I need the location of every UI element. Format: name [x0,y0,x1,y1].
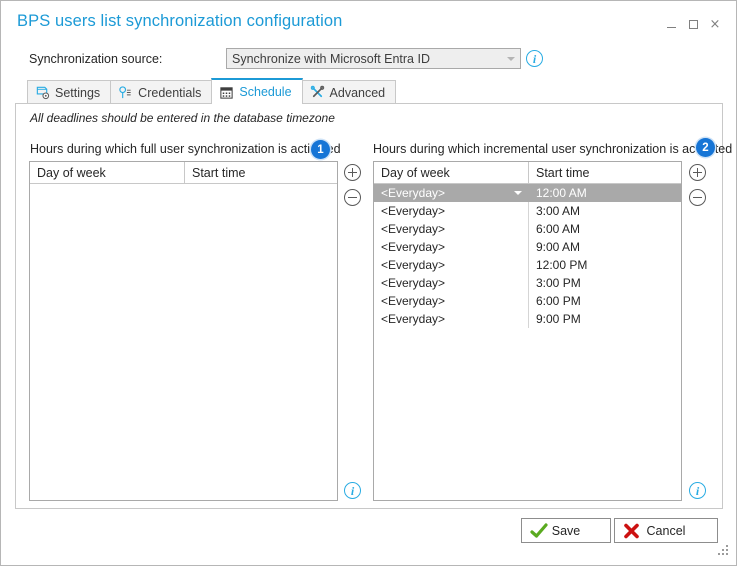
tab-settings[interactable]: Settings [27,80,112,104]
incremental-sync-day-cell[interactable]: <Everyday> [374,238,529,256]
synchronization-source-label: Synchronization source: [29,52,163,66]
full-sync-caption: Hours during which full user synchroniza… [30,142,341,156]
close-x-icon [623,523,640,539]
incremental-sync-time-cell[interactable]: 12:00 PM [529,256,681,274]
tab-schedule-label: Schedule [239,85,292,99]
key-icon [118,85,133,100]
full-sync-remove-button[interactable] [344,189,361,206]
incremental-sync-day-value: <Everyday> [381,186,446,200]
full-sync-add-button[interactable] [344,164,361,181]
incremental-sync-add-button[interactable] [689,164,706,181]
maximize-icon[interactable] [682,15,704,33]
chevron-down-icon[interactable] [514,191,522,195]
full-sync-col-day: Day of week [30,162,185,183]
tab-schedule[interactable]: Schedule [211,78,303,104]
incremental-sync-time-cell[interactable]: 6:00 AM [529,220,681,238]
timezone-note: All deadlines should be entered in the d… [30,111,335,125]
incremental-sync-day-cell[interactable]: <Everyday> [374,274,529,292]
save-button[interactable]: Save [521,518,611,543]
check-icon [530,522,548,539]
incremental-sync-day-cell[interactable]: <Everyday> [374,184,529,202]
incremental-sync-grid-body: <Everyday> 12:00 AM <Everyday> 3:00 AM <Ever… [374,184,681,328]
full-sync-col-time: Start time [192,165,246,180]
incremental-sync-grid[interactable]: Day of week Start time <Everyday> 12:00 A… [373,161,682,501]
incremental-sync-day-cell[interactable]: <Everyday> [374,256,529,274]
incremental-sync-time-cell[interactable]: 6:00 PM [529,292,681,310]
save-button-label: Save [551,523,581,538]
cancel-button-label: Cancel [646,523,686,538]
incremental-sync-day-cell[interactable]: <Everyday> [374,310,529,328]
minimize-icon[interactable] [660,15,682,33]
incremental-sync-day-value: <Everyday> [381,222,446,236]
table-row[interactable]: <Everyday> 3:00 AM [374,202,681,220]
incremental-sync-time-cell[interactable]: 12:00 AM [529,184,681,202]
info-icon: i [344,482,361,499]
tab-credentials-label: Credentials [138,85,202,100]
incremental-sync-day-value: <Everyday> [381,312,446,326]
incremental-sync-time-cell[interactable]: 9:00 PM [529,310,681,328]
incremental-sync-day-value: <Everyday> [381,240,446,254]
cancel-button[interactable]: Cancel [614,518,718,543]
incremental-sync-grid-header: Day of week Start time [374,162,681,184]
dialog-window: BPS users list synchronization configura… [0,0,737,566]
tools-icon [310,85,325,100]
incremental-sync-time-cell[interactable]: 3:00 PM [529,274,681,292]
incremental-sync-badge: 2 [696,138,715,157]
synchronization-source-select[interactable]: Synchronize with Microsoft Entra ID [226,48,521,69]
tab-advanced-label: Advanced [329,85,386,100]
incremental-sync-day-cell[interactable]: <Everyday> [374,220,529,238]
close-icon[interactable]: × [704,15,726,33]
incremental-sync-time-cell[interactable]: 9:00 AM [529,238,681,256]
incremental-sync-col-day: Day of week [374,162,529,183]
incremental-sync-time-cell[interactable]: 3:00 AM [529,202,681,220]
calendar-icon [219,85,234,100]
tab-settings-label: Settings [55,85,101,100]
synchronization-source-value: Synchronize with Microsoft Entra ID [232,51,430,66]
table-row[interactable]: <Everyday> 9:00 AM [374,238,681,256]
incremental-sync-day-cell[interactable]: <Everyday> [374,202,529,220]
chevron-down-icon [502,56,520,61]
title-bar: BPS users list synchronization configura… [1,1,736,43]
full-sync-grid[interactable]: Day of week Start time [29,161,338,501]
synchronization-source-row: Synchronization source: Synchronize with… [1,46,736,76]
table-row[interactable]: <Everyday> 12:00 PM [374,256,681,274]
table-row[interactable]: <Everyday> 12:00 AM [374,184,681,202]
tab-credentials[interactable]: Credentials [110,80,213,104]
window-controls: × [660,15,726,33]
tab-advanced[interactable]: Advanced [301,80,397,104]
incremental-sync-day-value: <Everyday> [381,276,446,290]
incremental-sync-day-value: <Everyday> [381,294,446,308]
full-sync-grid-header: Day of week Start time [30,162,337,184]
page-title: BPS users list synchronization configura… [17,12,343,30]
full-sync-badge: 1 [311,140,330,159]
info-icon: i [689,482,706,499]
settings-icon [35,85,50,100]
resize-grip[interactable] [716,545,729,558]
incremental-sync-caption: Hours during which incremental user sync… [373,142,733,156]
incremental-sync-grid-buttons [689,164,706,214]
table-row[interactable]: <Everyday> 6:00 PM [374,292,681,310]
table-row[interactable]: <Everyday> 3:00 PM [374,274,681,292]
full-sync-info-button[interactable]: i [344,482,361,499]
incremental-sync-info-button[interactable]: i [689,482,706,499]
synchronization-source-info-button[interactable]: i [526,50,543,67]
tab-strip: Settings Credentials Schedule Advanced [27,78,397,104]
incremental-sync-remove-button[interactable] [689,189,706,206]
table-row[interactable]: <Everyday> 6:00 AM [374,220,681,238]
full-sync-grid-buttons [344,164,361,214]
info-icon: i [526,50,543,67]
incremental-sync-day-value: <Everyday> [381,204,446,218]
incremental-sync-day-value: <Everyday> [381,258,446,272]
table-row[interactable]: <Everyday> 9:00 PM [374,310,681,328]
incremental-sync-day-cell[interactable]: <Everyday> [374,292,529,310]
incremental-sync-col-time: Start time [536,165,590,180]
